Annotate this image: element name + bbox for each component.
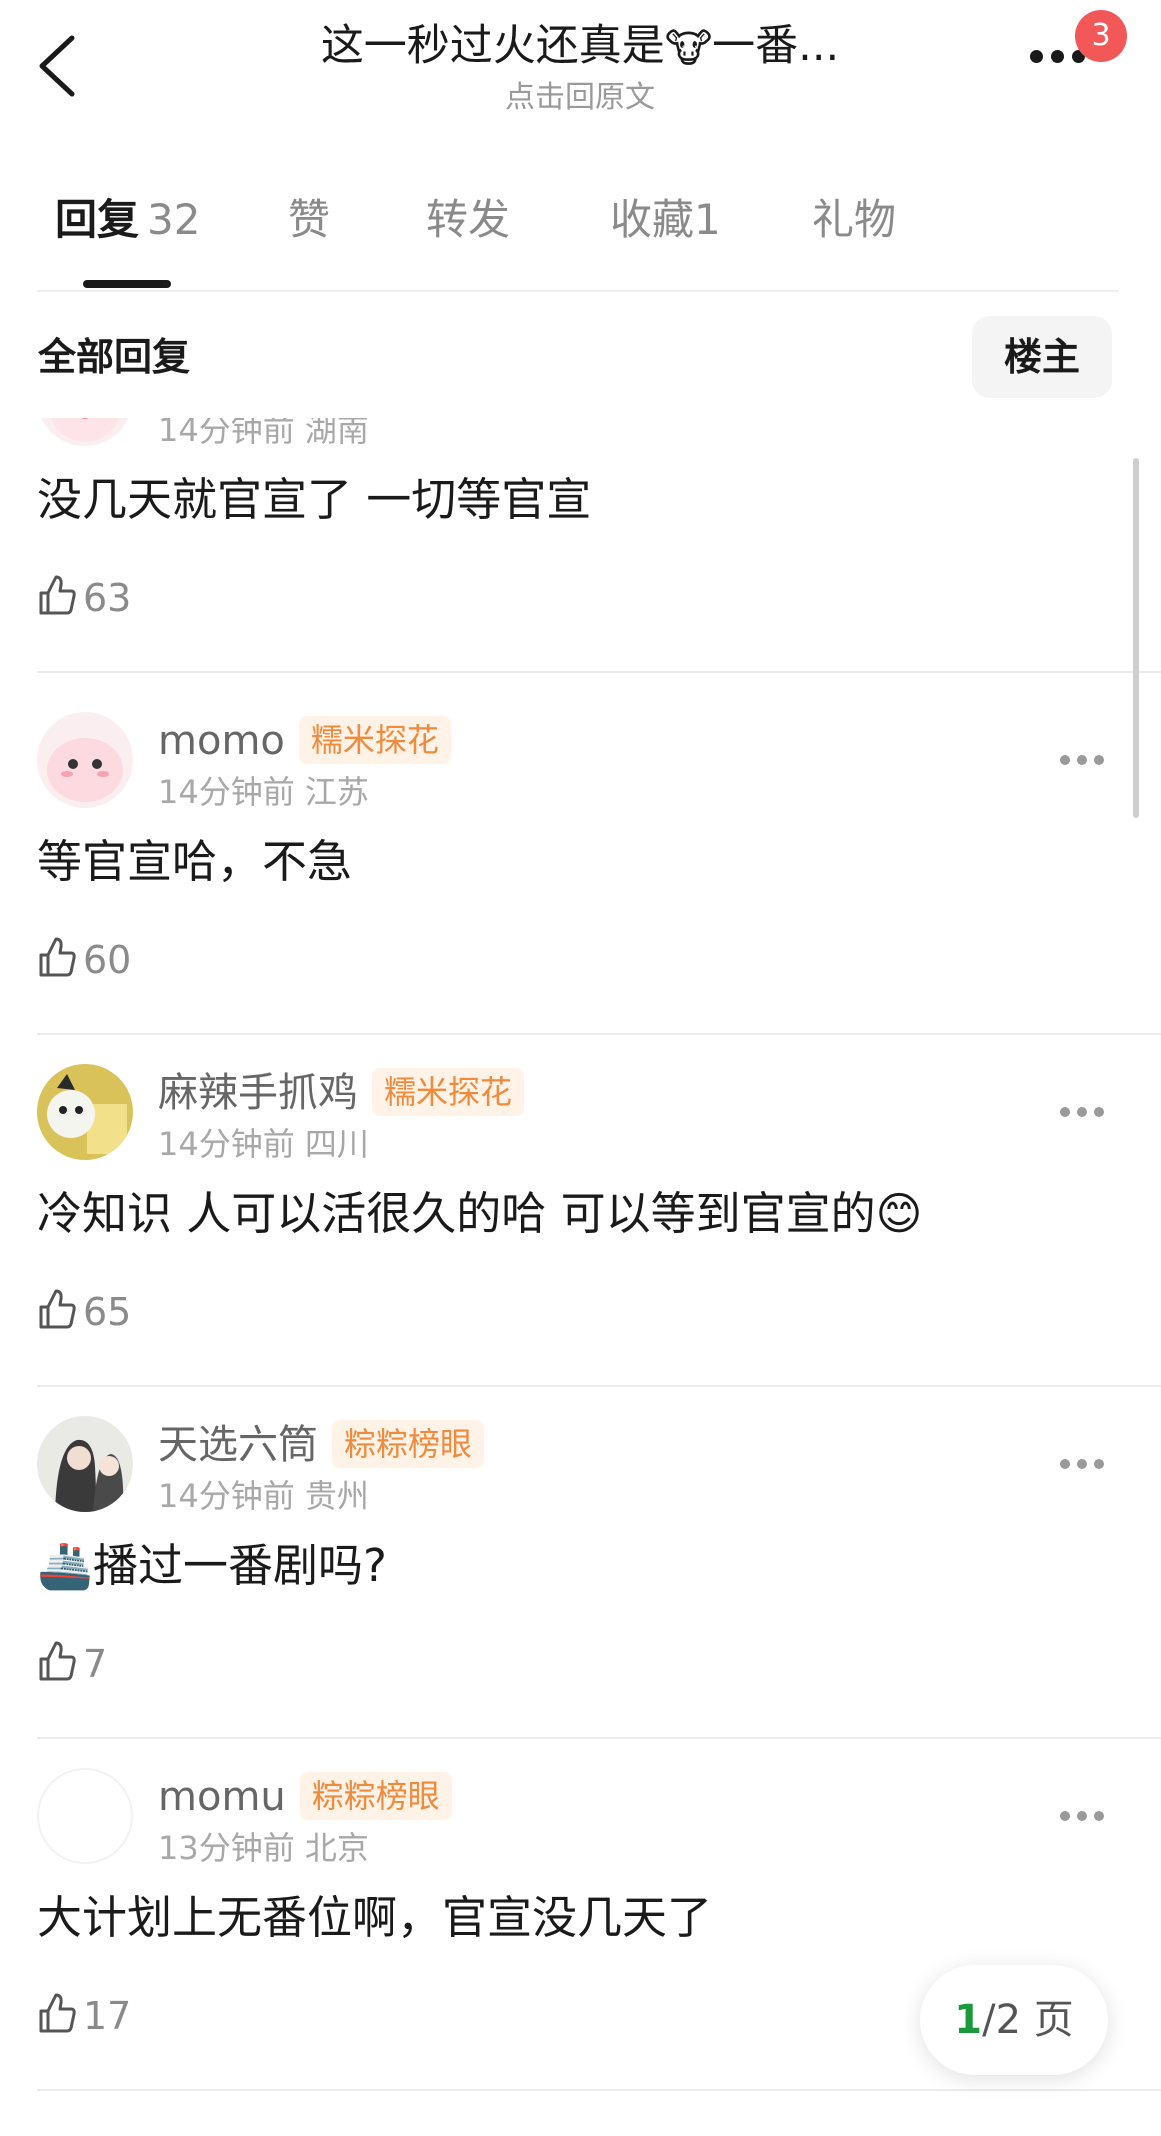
thumbs-up-icon xyxy=(39,1641,76,1681)
like-count: 65 xyxy=(83,1290,132,1334)
comment-text: 等官宣哈，不急 xyxy=(37,835,353,888)
section-title: 全部回复 xyxy=(38,335,191,379)
tab-bar: 回复 32 赞 转发 收藏1 礼物 xyxy=(0,190,1161,290)
username[interactable]: momu 粽粽榜眼 xyxy=(158,1772,452,1822)
comment-more-icon[interactable] xyxy=(1060,1102,1120,1117)
like-count: 63 xyxy=(83,576,132,620)
like-button[interactable]: 65 xyxy=(37,1287,131,1337)
avatar[interactable] xyxy=(37,1416,133,1512)
active-tab-indicator xyxy=(83,280,171,288)
tab-likes[interactable]: 赞 xyxy=(288,190,330,250)
comment-text: 大计划上无番位啊，官宣没几天了 xyxy=(37,1891,713,1944)
comment-list[interactable]: 14分钟前 湖南 没几天就官宣了 一切等官宣 63 momo 糯米探花 14分钟前… xyxy=(0,418,1161,2136)
comment-item: 麻辣手抓鸡 糯米探花 14分钟前 四川 冷知识 人可以活很久的哈 可以等到官宣的😊… xyxy=(0,1032,1161,1387)
user-badge: 粽粽榜眼 xyxy=(299,1772,452,1820)
like-count: 17 xyxy=(83,1994,132,2038)
user-badge: 糯米探花 xyxy=(298,716,451,764)
comment-text: 🚢播过一番剧吗? xyxy=(37,1539,387,1592)
divider xyxy=(37,671,1161,673)
user-badge: 粽粽榜眼 xyxy=(332,1420,485,1468)
comment-text: 没几天就官宣了 一切等官宣 xyxy=(37,473,592,526)
like-button[interactable]: 63 xyxy=(37,573,131,623)
like-count: 60 xyxy=(83,938,132,982)
owner-filter-button[interactable]: 楼主 xyxy=(972,316,1112,398)
comment-more-icon[interactable] xyxy=(1060,1454,1120,1469)
like-button[interactable]: 7 xyxy=(37,1639,107,1689)
comment-meta: 14分钟前 贵州 xyxy=(158,1477,369,1515)
title-area[interactable]: 这一秒过火还真是🐮一番... 点击回原文 xyxy=(200,18,960,117)
page-indicator[interactable]: 1/2 页 xyxy=(920,1965,1108,2075)
tab-divider xyxy=(37,290,1119,292)
scrollbar[interactable] xyxy=(1133,458,1139,818)
tab-reposts[interactable]: 转发 xyxy=(426,190,510,250)
like-count: 7 xyxy=(83,1642,108,1686)
username[interactable]: momo 糯米探花 xyxy=(158,716,451,766)
comment-text: 冷知识 人可以活很久的哈 可以等到官宣的😊 xyxy=(37,1187,923,1240)
comment-meta: 13分钟前 北京 xyxy=(158,1829,369,1867)
cow-emoji-icon: 🐮 xyxy=(664,25,713,72)
thumbs-up-icon xyxy=(39,1289,76,1329)
comment-item: 14分钟前 湖南 没几天就官宣了 一切等官宣 63 xyxy=(0,418,1161,673)
top-bar: 这一秒过火还真是🐮一番... 点击回原文 3 xyxy=(0,0,1161,130)
back-arrow-icon[interactable] xyxy=(32,30,84,102)
comment-more-icon[interactable] xyxy=(1060,750,1120,765)
thumbs-up-icon xyxy=(39,575,76,615)
user-badge: 糯米探花 xyxy=(372,1068,525,1116)
ship-emoji-icon: 🚢 xyxy=(37,1539,94,1592)
comment-meta: 14分钟前 湖南 xyxy=(158,418,369,449)
avatar[interactable] xyxy=(37,1768,133,1864)
tab-gifts[interactable]: 礼物 xyxy=(812,190,896,250)
thumbs-up-icon xyxy=(39,937,76,977)
comment-more-icon[interactable] xyxy=(1060,1806,1120,1821)
comment-meta: 14分钟前 江苏 xyxy=(158,773,369,811)
avatar[interactable] xyxy=(37,712,133,808)
comment-item: momo 糯米探花 14分钟前 江苏 等官宣哈，不急 60 xyxy=(0,680,1161,1035)
like-button[interactable]: 17 xyxy=(37,1991,131,2041)
like-button[interactable]: 60 xyxy=(37,935,131,985)
notification-badge: 3 xyxy=(1075,10,1127,62)
comment-item: 天选六筒 粽粽榜眼 14分钟前 贵州 🚢播过一番剧吗? 7 xyxy=(0,1384,1161,1739)
tab-favorites[interactable]: 收藏1 xyxy=(610,190,721,250)
back-to-original-link[interactable]: 点击回原文 xyxy=(200,79,960,117)
avatar[interactable] xyxy=(37,1064,133,1160)
thumbs-up-icon xyxy=(39,1993,76,2033)
tab-replies[interactable]: 回复 32 xyxy=(55,190,200,250)
post-title: 这一秒过火还真是🐮一番... xyxy=(200,18,960,77)
username[interactable]: 天选六筒 粽粽榜眼 xyxy=(158,1420,485,1470)
avatar[interactable] xyxy=(37,418,133,446)
username[interactable]: 麻辣手抓鸡 糯米探花 xyxy=(158,1068,525,1118)
smiley-emoji-icon: 😊 xyxy=(875,1187,923,1240)
comment-meta: 14分钟前 四川 xyxy=(158,1125,369,1163)
divider xyxy=(37,2089,1161,2091)
